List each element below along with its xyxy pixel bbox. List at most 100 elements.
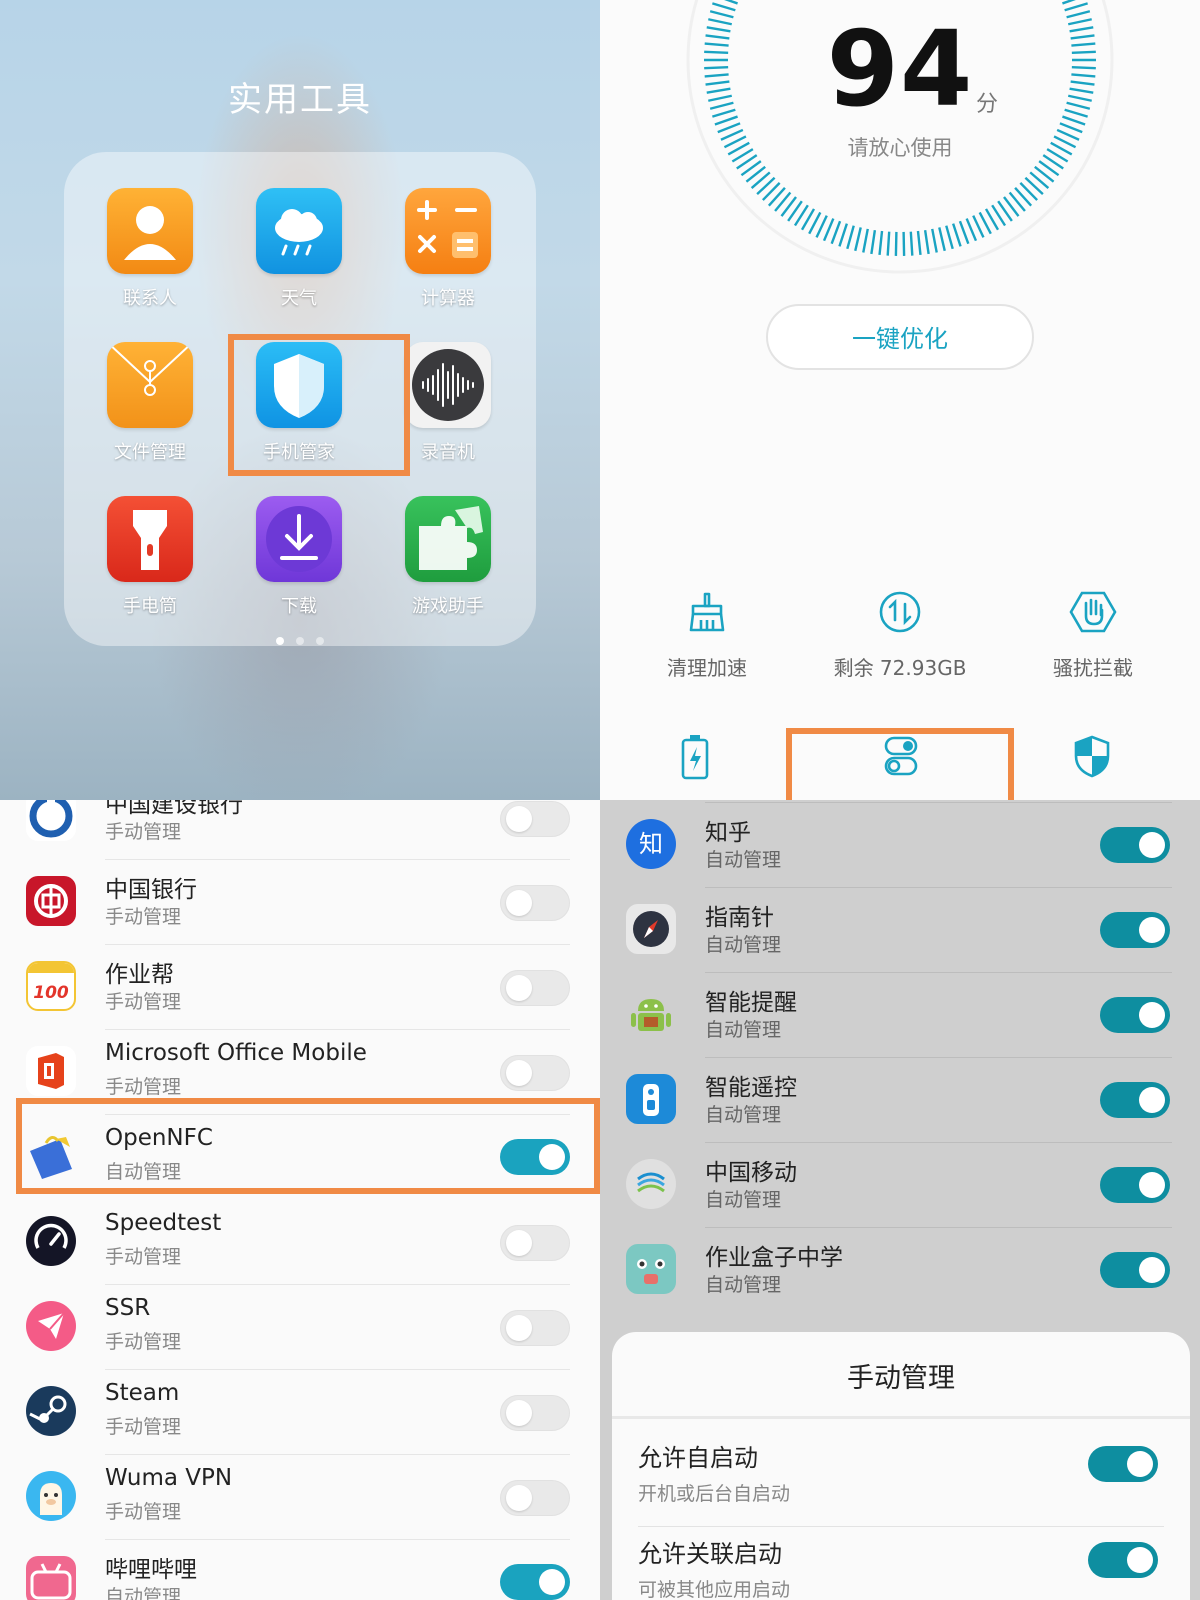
- auto-manage-toggle[interactable]: [500, 1395, 570, 1431]
- optimize-button[interactable]: 一键优化: [766, 304, 1034, 370]
- recorder-icon: [405, 342, 491, 428]
- ssr-icon: [26, 1301, 76, 1351]
- app-name: Microsoft Office Mobile: [105, 1040, 367, 1066]
- app-status: 手动管理: [105, 1331, 182, 1353]
- auto-manage-toggle[interactable]: [500, 1480, 570, 1516]
- app-weather[interactable]: 天气: [234, 188, 364, 310]
- download-icon: [256, 496, 342, 582]
- app-status: 手动管理: [105, 1076, 182, 1098]
- svg-text:知: 知: [639, 830, 663, 858]
- list-item[interactable]: Wuma VPN 手动管理: [0, 1455, 600, 1540]
- app-name: Wuma VPN: [105, 1465, 233, 1491]
- auto-manage-toggle[interactable]: [500, 1310, 570, 1346]
- data-usage-icon: [879, 591, 921, 633]
- linked-start-toggle[interactable]: [1088, 1542, 1158, 1578]
- block-hand-icon: [1069, 591, 1117, 633]
- dial-tick: [822, 218, 835, 242]
- app-status: 自动管理: [705, 1019, 782, 1041]
- auto-manage-toggle[interactable]: [500, 970, 570, 1006]
- dial-tick: [894, 231, 898, 256]
- list-item[interactable]: 中国建设银行 手动管理: [0, 800, 600, 860]
- auto-start-toggle[interactable]: [1088, 1446, 1158, 1482]
- page-dot: [316, 637, 324, 645]
- auto-manage-toggle[interactable]: [1100, 997, 1170, 1033]
- phone-manager-panel: 94 分 请放心使用 一键优化 清理加速 剩余 72.93GB 骚扰拦截: [600, 0, 1200, 800]
- app-status: 手动管理: [105, 1501, 182, 1523]
- dial-tick: [938, 227, 946, 252]
- app-name: 智能遥控: [705, 1075, 797, 1101]
- zuoyebang-icon: 100: [26, 961, 76, 1011]
- app-name: 指南针: [705, 905, 774, 931]
- list-item[interactable]: 100 作业帮 手动管理: [0, 945, 600, 1030]
- auto-manage-toggle[interactable]: [1100, 912, 1170, 948]
- tool-label: 剩余 72.93GB: [833, 656, 967, 680]
- list-item[interactable]: 中国银行 手动管理: [0, 860, 600, 945]
- list-item[interactable]: 知 知乎 自动管理: [600, 803, 1200, 888]
- auto-manage-toggle[interactable]: [1100, 1252, 1170, 1288]
- tool-clean[interactable]: 清理加速: [607, 590, 807, 681]
- app-label: 计算器: [421, 288, 475, 309]
- page-indicator: [0, 630, 600, 649]
- app-label: 文件管理: [114, 442, 186, 463]
- highlight-box: [786, 728, 1014, 800]
- app-name: 智能提醒: [705, 990, 797, 1016]
- auto-manage-toggle[interactable]: [500, 1564, 570, 1600]
- dial-tick: [945, 225, 954, 250]
- app-status: 自动管理: [705, 849, 782, 871]
- auto-manage-toggle[interactable]: [500, 885, 570, 921]
- manual-manage-sheet: 手动管理 允许自启动 开机或后台自启动 允许关联启动 可被其他应用启动: [612, 1332, 1190, 1600]
- auto-manage-toggle[interactable]: [1100, 1167, 1170, 1203]
- list-item[interactable]: 中国移动 自动管理: [600, 1143, 1200, 1228]
- dial-tick: [909, 231, 914, 256]
- app-name: 知乎: [705, 820, 751, 846]
- page-dot: [296, 637, 304, 645]
- broom-icon: [689, 592, 725, 632]
- dial-tick: [862, 228, 869, 253]
- auto-manage-panel: 知 知乎 自动管理 指南针 自动管理 智能提醒 自动管理 智能遥控 自动管理 中…: [600, 800, 1200, 1600]
- shield-icon[interactable]: [1072, 734, 1112, 780]
- svg-text:100: 100: [33, 983, 69, 1003]
- list-item[interactable]: 作业盒子中学 自动管理: [600, 1228, 1200, 1313]
- app-status: 自动管理: [705, 934, 782, 956]
- app-status: 自动管理: [705, 1274, 782, 1296]
- list-item[interactable]: 智能提醒 自动管理: [600, 973, 1200, 1058]
- list-item[interactable]: 智能遥控 自动管理: [600, 1058, 1200, 1143]
- battery-icon[interactable]: [680, 734, 710, 780]
- highlight-box: [16, 1098, 600, 1194]
- list-item[interactable]: Speedtest 手动管理: [0, 1200, 600, 1285]
- list-item[interactable]: SSR 手动管理: [0, 1285, 600, 1370]
- auto-manage-toggle[interactable]: [1100, 1082, 1170, 1118]
- app-label: 天气: [281, 288, 317, 309]
- app-name: 中国移动: [705, 1160, 797, 1186]
- auto-manage-toggle[interactable]: [1100, 827, 1170, 863]
- app-name: Speedtest: [105, 1210, 222, 1236]
- divider: [612, 1416, 1190, 1419]
- app-file-manager[interactable]: 文件管理: [85, 342, 215, 464]
- auto-manage-toggle[interactable]: [500, 801, 570, 837]
- folder-panel: 实用工具 联系人 天气 计算器 文件管理 手机管家 录音机 手电筒 下载 游戏助…: [0, 0, 600, 800]
- tool-block[interactable]: 骚扰拦截: [993, 590, 1193, 681]
- app-flashlight[interactable]: 手电筒: [85, 496, 215, 618]
- auto-manage-toggle[interactable]: [500, 1225, 570, 1261]
- app-calculator[interactable]: 计算器: [383, 188, 513, 310]
- app-download[interactable]: 下载: [234, 496, 364, 618]
- app-name: Steam: [105, 1380, 180, 1406]
- dial-tick: [846, 225, 855, 250]
- app-status: 手动管理: [105, 1246, 182, 1268]
- dial-tick: [830, 220, 842, 245]
- tool-storage[interactable]: 剩余 72.93GB: [800, 590, 1000, 681]
- list-item[interactable]: 指南针 自动管理: [600, 888, 1200, 973]
- app-game-assistant[interactable]: 游戏助手: [383, 496, 513, 618]
- file-manager-icon: [107, 342, 193, 428]
- list-item[interactable]: Steam 手动管理: [0, 1370, 600, 1455]
- auto-manage-toggle[interactable]: [500, 1055, 570, 1091]
- bilibili-icon: [26, 1556, 76, 1600]
- dial-tick: [1062, 0, 1076, 5]
- dial-tick: [870, 229, 877, 255]
- app-contacts[interactable]: 联系人: [85, 188, 215, 310]
- app-status: 手动管理: [105, 1416, 182, 1438]
- list-item[interactable]: 哔哩哔哩 自动管理: [0, 1540, 600, 1600]
- page-dot-active: [276, 637, 284, 645]
- score-value: 94: [826, 8, 974, 130]
- score-unit: 分: [976, 92, 999, 117]
